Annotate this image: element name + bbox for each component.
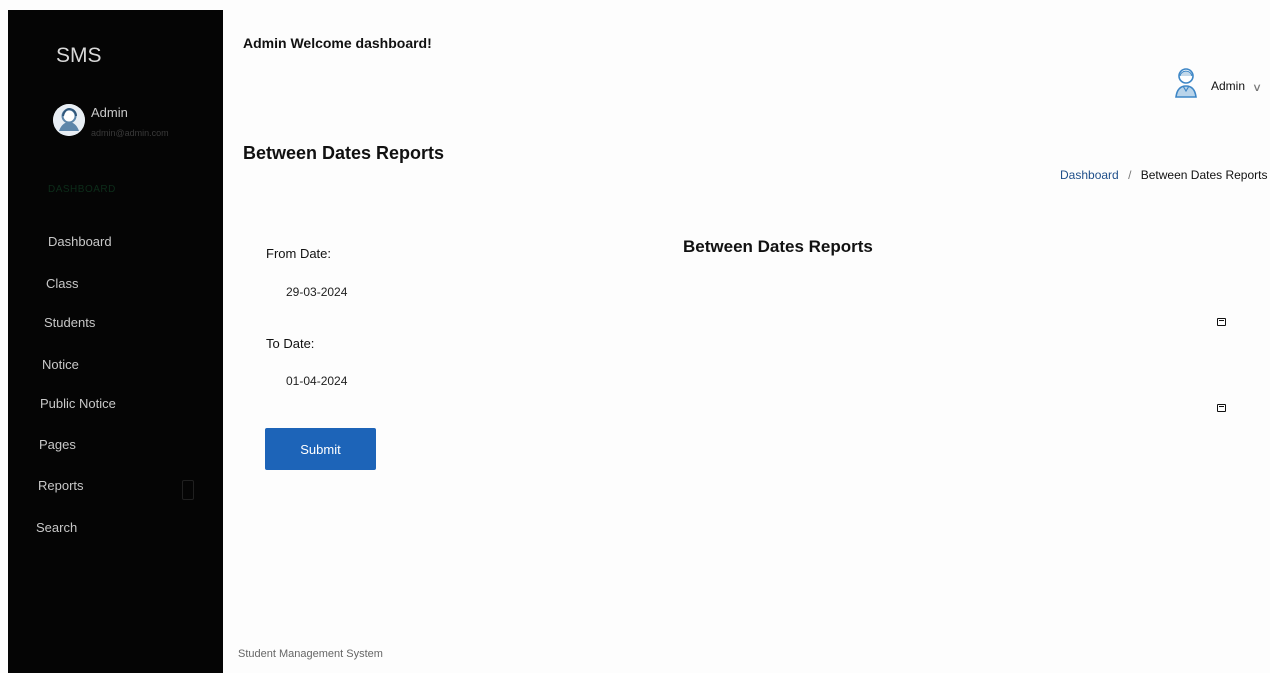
sidebar-section-dashboard: DASHBOARD [48,184,116,195]
user-name: Admin [1211,79,1246,93]
between-dates-form: From Date: To Date: Submit [265,238,1235,488]
from-date-label: From Date: [266,246,332,261]
breadcrumb: Dashboard / Between Dates Reports [1060,168,1267,182]
submit-button[interactable]: Submit [265,428,376,470]
sidebar-item-class[interactable]: Class [46,270,79,298]
breadcrumb-dashboard-link[interactable]: Dashboard [1060,168,1119,182]
profile-name: Admin [91,105,128,120]
from-date-input[interactable] [265,278,1220,306]
welcome-title: Admin Welcome dashboard! [243,35,432,51]
to-date-label: To Date: [266,336,315,351]
reports-expand-icon[interactable] [182,480,194,500]
profile-email: admin@admin.com [91,128,169,138]
breadcrumb-separator: / [1128,168,1132,182]
to-date-input[interactable] [265,367,1220,395]
footer-text: Student Management System [238,648,383,660]
sidebar-item-pages[interactable]: Pages [39,431,76,459]
sidebar-item-reports[interactable]: Reports [38,472,84,500]
calendar-icon[interactable] [1217,404,1226,412]
calendar-icon[interactable] [1217,318,1226,326]
sidebar-item-students[interactable]: Students [44,309,95,337]
brand-logo[interactable]: SMS [56,44,102,68]
sidebar: SMS Admin admin@admin.com DASHBOARD Dash… [8,10,223,673]
user-profile-icon [1172,66,1200,100]
breadcrumb-current: Between Dates Reports [1140,168,1268,182]
sidebar-item-dashboard[interactable]: Dashboard [48,228,112,256]
sidebar-item-public-notice[interactable]: Public Notice [40,390,116,418]
chevron-down-icon[interactable]: ∨ [1252,81,1262,94]
user-avatar-icon [53,104,85,136]
sidebar-item-notice[interactable]: Notice [42,351,79,379]
page-title: Between Dates Reports [243,143,445,164]
user-menu[interactable]: Admin ∨ [1172,66,1264,102]
sidebar-item-search[interactable]: Search [36,514,77,542]
